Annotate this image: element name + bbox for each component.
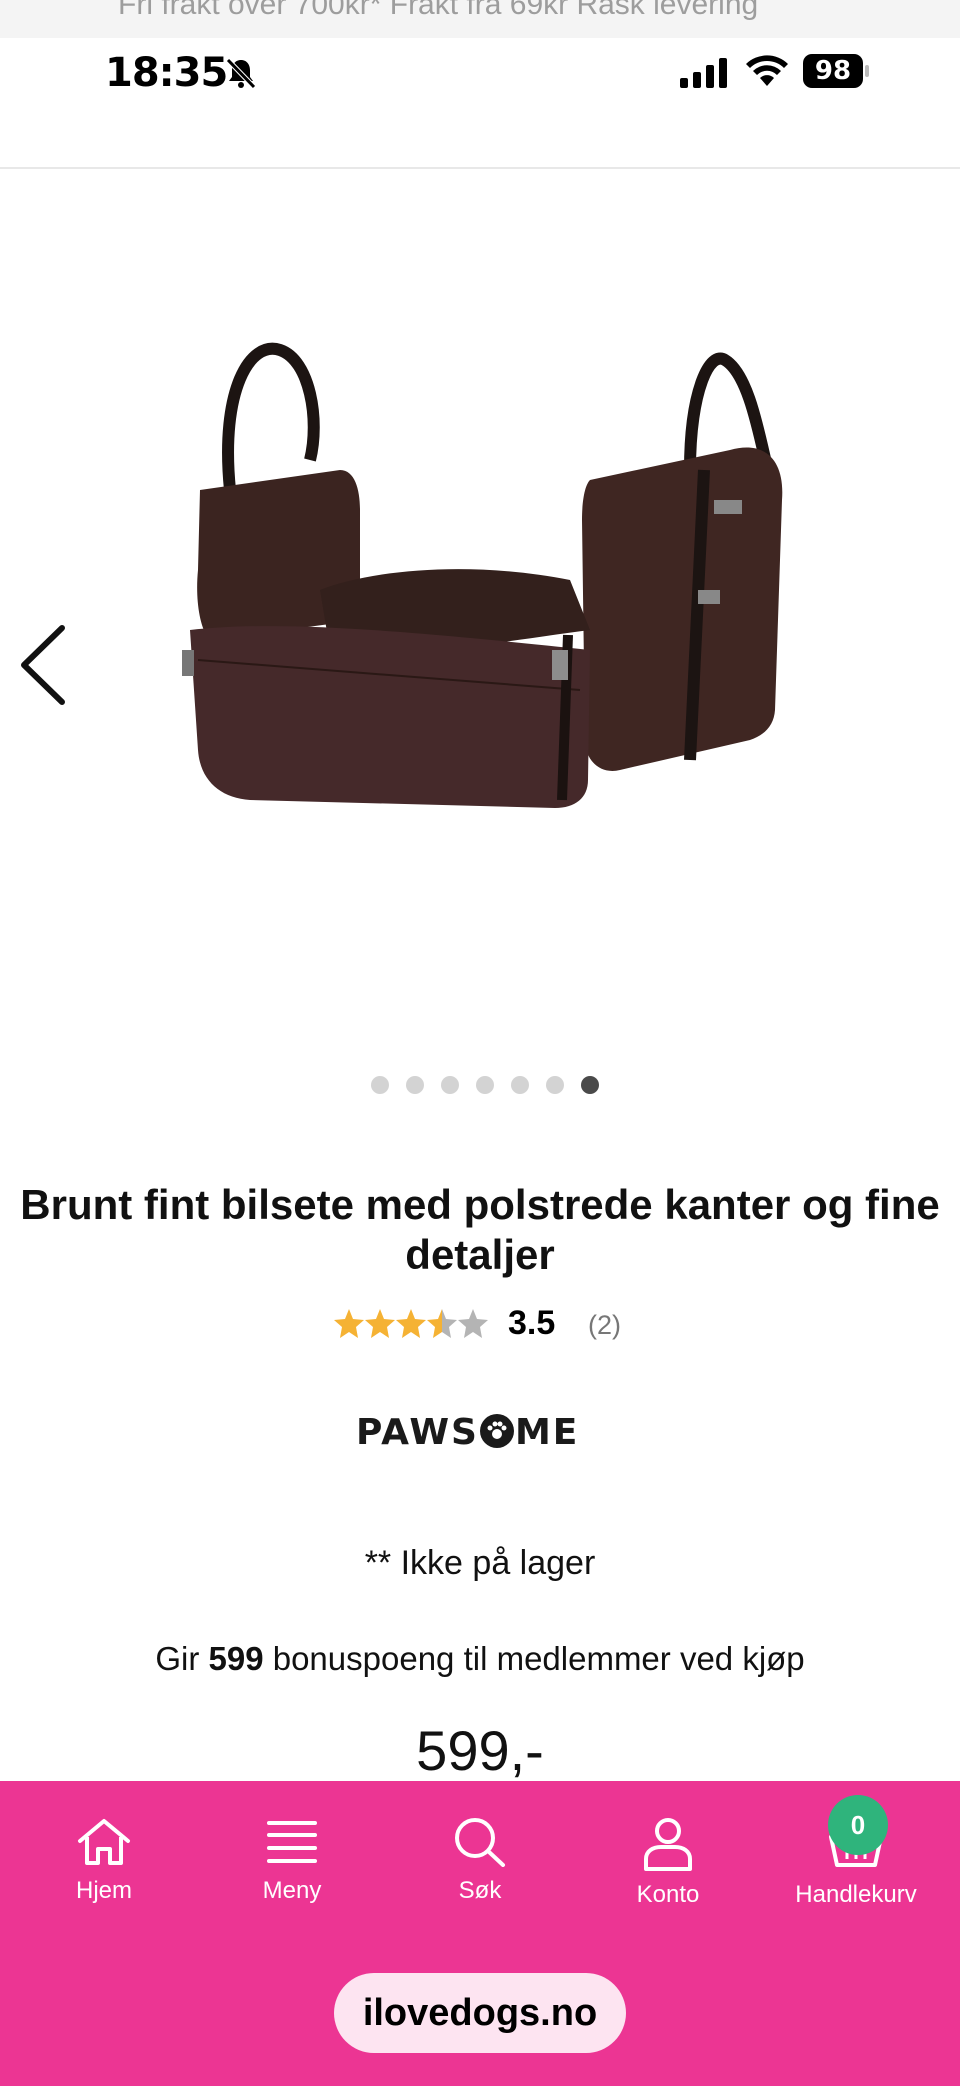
gallery-dot[interactable] bbox=[511, 1076, 529, 1094]
product-title: Brunt fint bilsete med polstrede kanter … bbox=[20, 1181, 940, 1278]
nav-label-account: Konto bbox=[636, 1881, 700, 1908]
gallery-dot[interactable] bbox=[441, 1076, 459, 1094]
nav-item-search[interactable]: Søk bbox=[400, 1817, 560, 1927]
nav-item-account[interactable]: Konto bbox=[588, 1817, 748, 1927]
gallery-dot[interactable] bbox=[371, 1076, 389, 1094]
bonus-points-text: Gir 599 bonuspoeng til medlemmer ved kjø… bbox=[155, 1640, 805, 1677]
nav-label-cart: Handlekurv bbox=[795, 1881, 917, 1908]
wifi-icon bbox=[746, 55, 788, 86]
header-divider bbox=[0, 167, 960, 169]
brand-logo[interactable]: PAWS ME bbox=[356, 1412, 579, 1453]
gallery-dot[interactable] bbox=[546, 1076, 564, 1094]
signal-icon bbox=[680, 58, 727, 88]
gallery-dot[interactable] bbox=[406, 1076, 424, 1094]
gallery-dot[interactable] bbox=[476, 1076, 494, 1094]
gallery-dot-active[interactable] bbox=[581, 1076, 599, 1094]
stock-status: ** Ikke på lager bbox=[364, 1544, 596, 1582]
nav-item-menu[interactable]: Meny bbox=[212, 1817, 372, 1927]
rating-value: 3.5 bbox=[508, 1304, 556, 1342]
product-page: { "banner": { "text": "Fri frakt over 70… bbox=[0, 0, 960, 2086]
battery-level: 98 bbox=[803, 54, 863, 88]
gallery-pagination bbox=[0, 1076, 960, 1096]
nav-label-home: Hjem bbox=[75, 1877, 132, 1904]
rating-count: (2) bbox=[588, 1310, 621, 1340]
shipping-banner-text: Fri frakt over 700kr* Frakt fra 69kr Ras… bbox=[118, 0, 759, 21]
search-icon bbox=[455, 1818, 505, 1867]
nav-label-search: Søk bbox=[458, 1877, 502, 1904]
rating-stars-icon bbox=[334, 1309, 488, 1338]
bottom-navigation: Hjem Meny Søk Konto Handlekurv 0 ilovedo… bbox=[0, 1781, 960, 2086]
bell-muted-icon bbox=[226, 58, 256, 89]
product-image[interactable] bbox=[170, 330, 830, 950]
nav-item-home[interactable]: Hjem bbox=[24, 1817, 184, 1927]
product-price: 599,- bbox=[416, 1719, 544, 1782]
menu-icon bbox=[267, 1821, 317, 1863]
nav-label-menu: Meny bbox=[262, 1877, 322, 1904]
status-time: 18:35 bbox=[105, 50, 228, 96]
product-rating[interactable]: 3.5 (2) bbox=[0, 1302, 960, 1348]
browser-url-pill[interactable]: ilovedogs.no bbox=[334, 1973, 626, 2053]
account-icon bbox=[644, 1818, 692, 1871]
battery-indicator: 98 bbox=[803, 54, 869, 88]
home-icon bbox=[78, 1819, 130, 1865]
bonus-points-value: 599 bbox=[208, 1640, 264, 1677]
previous-image-arrow-icon[interactable] bbox=[18, 620, 68, 710]
cart-count-badge: 0 bbox=[828, 1795, 888, 1855]
status-bar: 18:35 98 bbox=[0, 38, 960, 100]
paw-icon bbox=[479, 1414, 514, 1448]
